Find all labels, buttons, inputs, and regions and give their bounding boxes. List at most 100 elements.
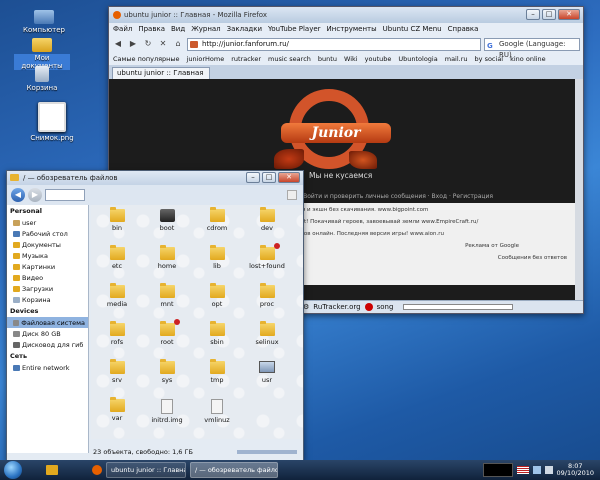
back-icon[interactable]: ◀ — [11, 188, 25, 202]
clock[interactable]: 8:07 09/10/2010 — [557, 463, 594, 477]
menu-edit[interactable]: Правка — [138, 25, 165, 33]
maximize-button[interactable]: □ — [262, 172, 276, 183]
file-item[interactable]: sbin — [195, 321, 239, 346]
bookmark-item[interactable]: juniorHome — [187, 55, 225, 63]
language-flag-icon[interactable] — [516, 466, 529, 474]
reload-icon[interactable]: ↻ — [142, 38, 154, 50]
menu-bookmarks[interactable]: Закладки — [227, 25, 262, 33]
menu-history[interactable]: Журнал — [191, 25, 220, 33]
sidebar-item-video[interactable]: Видео — [7, 272, 88, 283]
bookmark-item[interactable]: Самые популярные — [113, 55, 180, 63]
logo-text: Junior — [281, 123, 391, 143]
folder-icon — [259, 207, 275, 222]
tab-active[interactable]: ubuntu junior :: Главная — [112, 67, 210, 79]
footer-note[interactable]: Сообщения без ответов — [275, 255, 579, 261]
file-item[interactable]: selinux — [245, 321, 289, 346]
volume-icon[interactable] — [544, 466, 553, 474]
ad-line[interactable]: 320 игроков онлайн. Последняя версия игр… — [275, 231, 579, 237]
sidebar-item-documents[interactable]: Документы — [7, 239, 88, 250]
file-item[interactable]: etc — [95, 245, 139, 270]
url-bar[interactable]: http://junior.fanforum.ru/ — [187, 37, 481, 51]
file-item[interactable]: cdrom — [195, 207, 239, 232]
minimize-button[interactable]: – — [526, 9, 540, 20]
file-item[interactable]: vmlinuz — [195, 399, 239, 424]
file-item[interactable]: opt — [195, 283, 239, 308]
desktop-icon-screenshot[interactable]: Снимок.png — [24, 102, 80, 142]
file-item[interactable]: home — [145, 245, 189, 270]
minimize-button[interactable]: – — [246, 172, 260, 183]
taskbar-item-filemanager[interactable]: / — обозреватель файлов — [190, 462, 278, 478]
sort-icon[interactable] — [287, 190, 297, 200]
quicklaunch-firefox-icon[interactable] — [92, 465, 102, 475]
rutracker-link[interactable]: RuTracker.org — [313, 303, 360, 311]
menu-tools[interactable]: Инструменты — [327, 25, 377, 33]
stop-icon[interactable]: ✕ — [157, 38, 169, 50]
bookmark-item[interactable]: buntu — [318, 55, 337, 63]
bookmark-item[interactable]: mail.ru — [445, 55, 468, 63]
location-bar[interactable] — [45, 189, 85, 201]
forward-icon[interactable]: ▶ — [127, 38, 139, 50]
file-item-label: sys — [161, 376, 173, 384]
start-button[interactable] — [4, 461, 22, 479]
search-bar[interactable]: G Google (Language: RU) — [484, 37, 580, 59]
file-item[interactable]: sys — [145, 359, 189, 384]
ad-line[interactable]: Стратегия и экшн без скачивания. www.big… — [275, 207, 579, 213]
zoom-slider[interactable] — [237, 450, 297, 454]
bookmark-item[interactable]: music search — [268, 55, 311, 63]
file-item[interactable]: rofs — [95, 321, 139, 346]
file-item[interactable]: mnt — [145, 283, 189, 308]
file-item[interactable]: srv — [95, 359, 139, 384]
desktop-icon-trash[interactable]: Корзина — [14, 66, 70, 92]
bookmark-item[interactable]: rutracker — [231, 55, 261, 63]
menu-youtube-player[interactable]: YouTube Player — [268, 25, 320, 33]
bookmark-item[interactable]: youtube — [365, 55, 392, 63]
ad-line[interactable]: mpire Craft! Покачивай героев, завоевыва… — [275, 219, 579, 225]
file-item[interactable]: media — [95, 283, 139, 308]
home-icon[interactable]: ⌂ — [172, 38, 184, 50]
file-item[interactable]: usr — [245, 361, 289, 384]
file-item[interactable]: lost+found — [245, 243, 289, 270]
sidebar-item-floppy[interactable]: Дисковод для гиб — [7, 339, 88, 350]
file-item[interactable]: boot — [145, 209, 189, 232]
scrollbar[interactable] — [575, 79, 583, 301]
back-icon[interactable]: ◀ — [112, 38, 124, 50]
file-item[interactable]: root — [145, 319, 189, 346]
page-nav-links[interactable]: Профиль · Войти и проверить личные сообщ… — [269, 193, 569, 200]
menu-file[interactable]: Файл — [113, 25, 132, 33]
sidebar-item-pictures[interactable]: Картинки — [7, 261, 88, 272]
network-icon[interactable] — [532, 466, 541, 474]
sidebar-item-disk[interactable]: Диск 80 GB — [7, 328, 88, 339]
sidebar-item-music[interactable]: Музыка — [7, 250, 88, 261]
menu-help[interactable]: Справка — [448, 25, 479, 33]
file-item[interactable]: proc — [245, 283, 289, 308]
bookmark-item[interactable]: Wiki — [344, 55, 358, 63]
file-item[interactable]: initrd.img — [145, 399, 189, 424]
sidebar-item-desktop[interactable]: Рабочий стол — [7, 228, 88, 239]
quicklaunch-folder-icon[interactable] — [46, 465, 58, 475]
bookmark-item[interactable]: kino online — [510, 55, 546, 63]
file-item[interactable]: var — [95, 397, 139, 422]
close-button[interactable]: ✕ — [558, 9, 580, 20]
record-icon[interactable] — [364, 303, 373, 311]
sidebar-item-trash[interactable]: Корзина — [7, 294, 88, 305]
folder-icon — [209, 245, 225, 260]
forward-icon[interactable]: ▶ — [28, 188, 42, 202]
sidebar-item-user[interactable]: user — [7, 217, 88, 228]
menu-ubuntu-cz[interactable]: Ubuntu CZ Menu — [383, 25, 442, 33]
file-item[interactable]: tmp — [195, 359, 239, 384]
desktop-icon-computer[interactable]: Компьютер — [16, 8, 72, 34]
tray-desktop-icon[interactable] — [482, 463, 513, 477]
taskbar-item-firefox[interactable]: ubuntu junior :: Главная — [106, 462, 186, 478]
file-item[interactable]: dev — [245, 207, 289, 232]
sidebar-item-network[interactable]: Entire network — [7, 362, 88, 373]
sidebar-item-filesystem[interactable]: Файловая система — [7, 317, 88, 328]
file-item[interactable]: lib — [195, 245, 239, 270]
bookmark-item[interactable]: Ubuntologia — [398, 55, 437, 63]
file-item[interactable]: bin — [95, 207, 139, 232]
menu-view[interactable]: Вид — [171, 25, 185, 33]
sidebar-item-downloads[interactable]: Загрузки — [7, 283, 88, 294]
maximize-button[interactable]: □ — [542, 9, 556, 20]
window-titlebar[interactable]: ubuntu junior :: Главная - Mozilla Firef… — [109, 7, 583, 23]
player-progress[interactable] — [403, 304, 514, 310]
close-button[interactable]: ✕ — [278, 172, 300, 183]
